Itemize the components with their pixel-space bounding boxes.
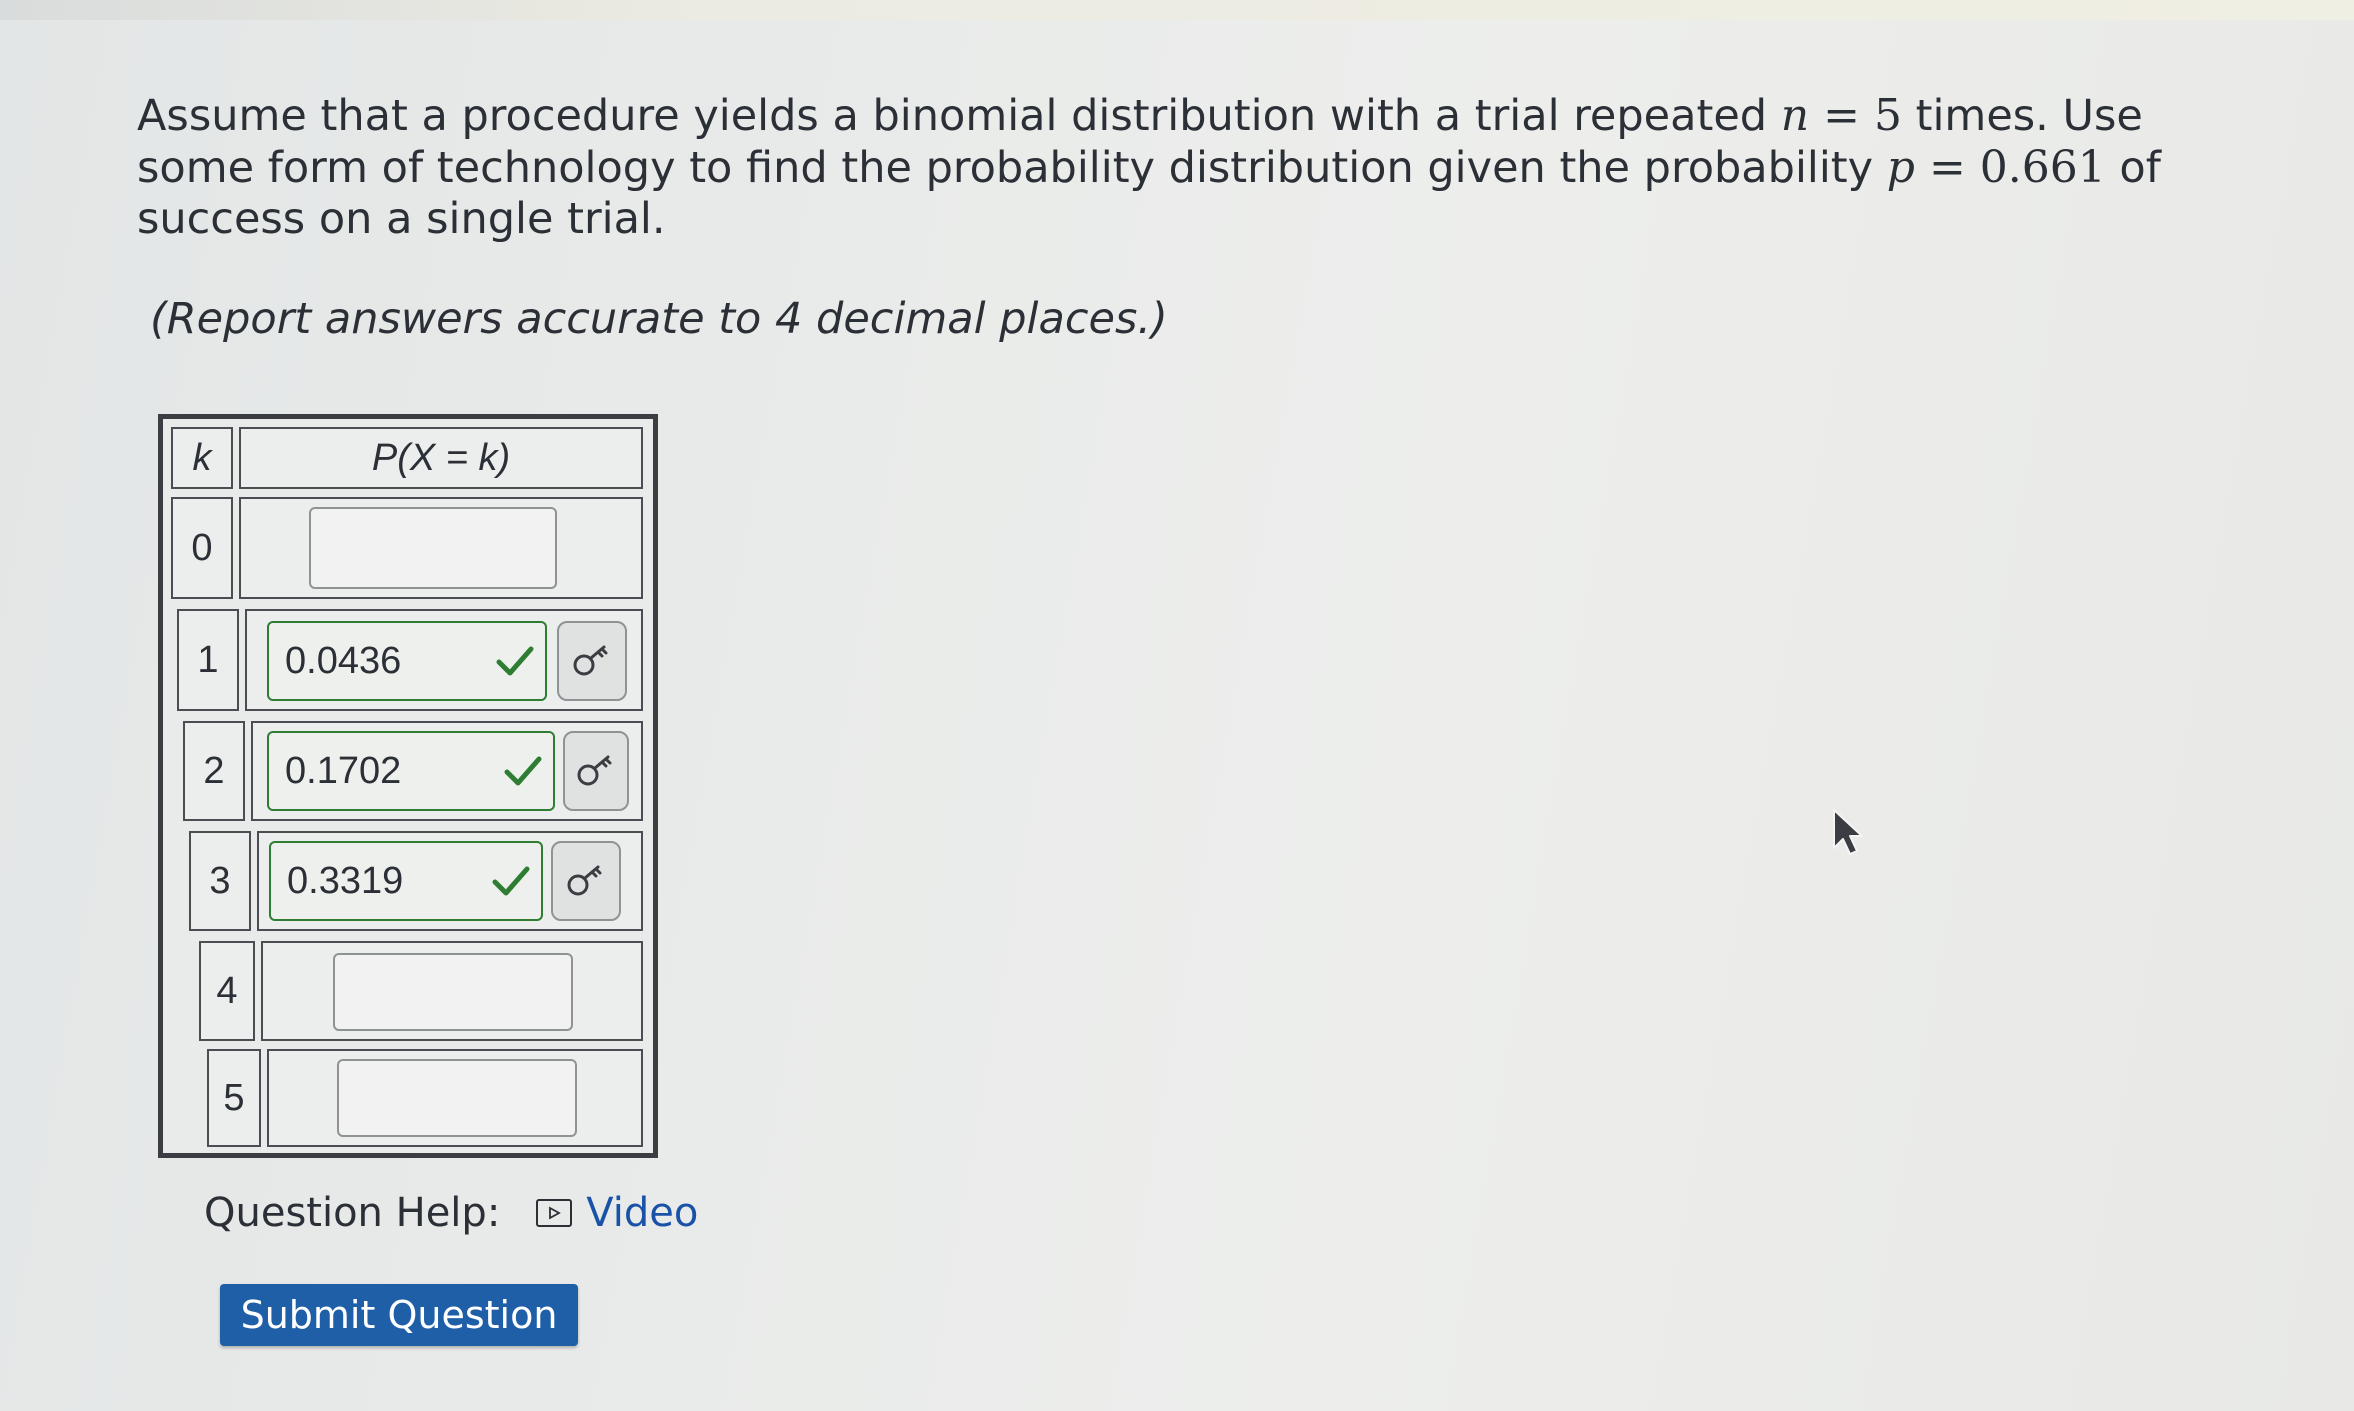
math-n: n = 5 [1781, 90, 1902, 141]
key-icon[interactable] [563, 731, 629, 811]
submit-question-button[interactable]: Submit Question [220, 1284, 578, 1346]
k-cell-1: 1 [177, 609, 239, 711]
video-help-link[interactable]: Video [536, 1190, 698, 1236]
question-help-label: Question Help: [204, 1190, 501, 1236]
check-icon [492, 866, 530, 896]
p-cell-1: 0.0436 [245, 609, 643, 711]
check-icon [504, 756, 542, 786]
p-variable: p [1886, 142, 1915, 193]
p-cell-4 [261, 941, 643, 1041]
video-label: Video [586, 1190, 699, 1236]
check-icon [496, 646, 534, 676]
answer-input-0[interactable] [309, 507, 557, 589]
top-strip [0, 0, 2354, 20]
video-icon [536, 1199, 573, 1227]
k-cell-5: 5 [207, 1049, 261, 1147]
p-cell-0 [239, 497, 643, 599]
k-cell-3: 3 [189, 831, 251, 931]
instruction: (Report answers accurate to 4 decimal pl… [150, 294, 1168, 344]
n-variable: n [1780, 90, 1810, 141]
question-text: Assume that a procedure yields a binomia… [137, 90, 2217, 245]
k-cell-4: 4 [199, 941, 255, 1041]
answer-value-1: 0.0436 [285, 639, 402, 682]
answer-value-3: 0.3319 [287, 859, 404, 902]
probability-table: k P(X = k) 0 1 0.0436 2 0.1702 3 0.3319 … [158, 414, 658, 1158]
answer-input-1[interactable]: 0.0436 [267, 621, 547, 701]
p-cell-2: 0.1702 [251, 721, 643, 821]
k-cell-2: 2 [183, 721, 245, 821]
answer-input-2[interactable]: 0.1702 [267, 731, 555, 811]
answer-value-2: 0.1702 [285, 749, 402, 792]
mouse-cursor-icon [1833, 809, 1863, 855]
p-cell-5 [267, 1049, 643, 1147]
header-k: k [171, 427, 233, 489]
n-equation: = 5 [1809, 90, 1902, 141]
answer-input-4[interactable] [333, 953, 573, 1031]
header-pxk: P(X = k) [239, 427, 643, 489]
question-part1: Assume that a procedure yields a binomia… [137, 91, 1781, 141]
p-equation: = 0.661 [1914, 142, 2106, 193]
answer-input-3[interactable]: 0.3319 [269, 841, 543, 921]
k-cell-0: 0 [171, 497, 233, 599]
answer-input-5[interactable] [337, 1059, 577, 1137]
p-cell-3: 0.3319 [257, 831, 643, 931]
key-icon[interactable] [557, 621, 627, 701]
math-p: p = 0.661 [1887, 142, 2106, 193]
question-help: Question Help: Video [204, 1190, 698, 1236]
key-icon[interactable] [551, 841, 621, 921]
